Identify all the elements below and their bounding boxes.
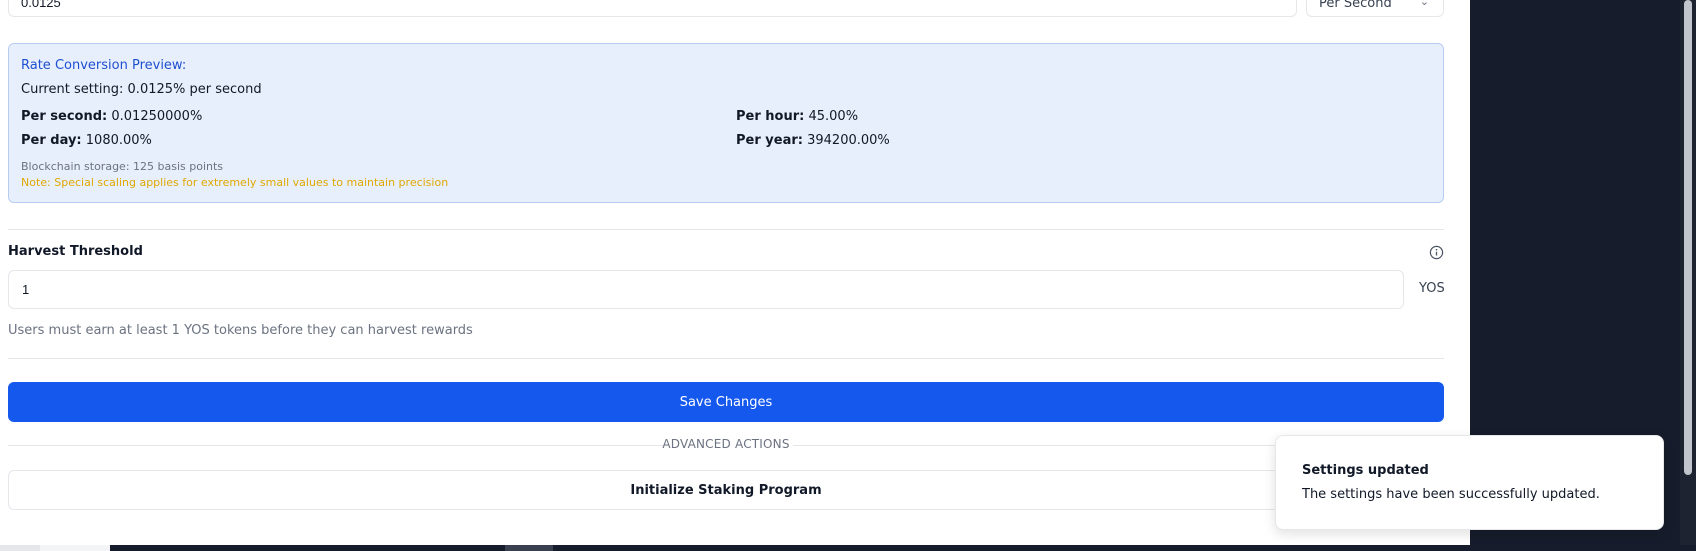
rate-unit-selected: Per Second (1319, 0, 1392, 11)
harvest-threshold-label: Harvest Threshold (8, 244, 143, 259)
bottom-strip-segment (505, 545, 553, 551)
rate-per-hour-label: Per hour: (736, 109, 805, 124)
rate-conversion-preview: Rate Conversion Preview: Current setting… (8, 43, 1444, 203)
rate-per-day: Per day: 1080.00% (21, 133, 152, 148)
rate-per-hour: Per hour: 45.00% (736, 109, 858, 124)
rate-per-second-value: 0.01250000% (111, 109, 203, 124)
rate-per-year-label: Per year: (736, 133, 803, 148)
preview-current-setting: Current setting: 0.0125% per second (21, 82, 262, 97)
rate-per-year: Per year: 394200.00% (736, 133, 890, 148)
rate-per-second: Per second: 0.01250000% (21, 109, 202, 124)
section-divider (8, 358, 1444, 359)
section-divider (8, 229, 1444, 230)
chevron-down-icon: ⌄ (1419, 0, 1429, 8)
bottom-strip-segment (40, 545, 110, 551)
rate-input[interactable] (8, 0, 1297, 17)
blockchain-storage-note: Blockchain storage: 125 basis points (21, 160, 224, 173)
scaling-note: Note: Special scaling applies for extrem… (21, 176, 449, 189)
bottom-strip-segment (0, 545, 40, 551)
bottom-strip (0, 545, 1696, 551)
initialize-staking-program-button[interactable]: Initialize Staking Program (8, 470, 1444, 510)
rate-per-hour-value: 45.00% (808, 109, 859, 124)
harvest-threshold-unit: YOS (1419, 281, 1445, 296)
rate-per-second-label: Per second: (21, 109, 108, 124)
rate-per-year-value: 394200.00% (807, 133, 890, 148)
toast-title: Settings updated (1302, 463, 1429, 478)
staking-settings-panel: Per Second ⌄ Rate Conversion Preview: Cu… (0, 0, 1470, 551)
rate-unit-select[interactable]: Per Second ⌄ (1306, 0, 1444, 17)
settings-updated-toast: Settings updated The settings have been … (1275, 435, 1664, 530)
advanced-actions-label: ADVANCED ACTIONS (662, 437, 790, 451)
toast-message: The settings have been successfully upda… (1302, 487, 1600, 502)
advanced-actions-divider: ADVANCED ACTIONS (8, 437, 1444, 453)
save-changes-button[interactable]: Save Changes (8, 382, 1444, 422)
harvest-threshold-input[interactable] (8, 270, 1404, 309)
rate-per-day-label: Per day: (21, 133, 82, 148)
rate-per-day-value: 1080.00% (85, 133, 152, 148)
preview-title: Rate Conversion Preview: (21, 58, 187, 73)
info-icon[interactable] (1429, 245, 1444, 260)
scrollbar-thumb[interactable] (1684, 0, 1692, 475)
harvest-threshold-help: Users must earn at least 1 YOS tokens be… (8, 323, 473, 338)
